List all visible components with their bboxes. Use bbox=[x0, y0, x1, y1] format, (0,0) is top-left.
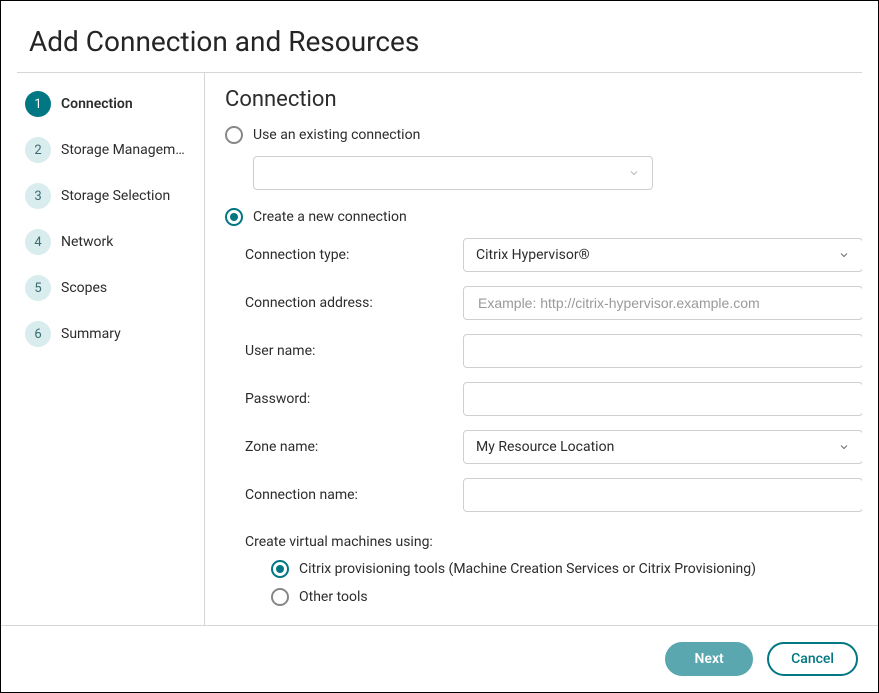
cancel-button[interactable]: Cancel bbox=[767, 642, 858, 676]
header: Add Connection and Resources bbox=[1, 1, 878, 72]
option-create-new[interactable]: Create a new connection bbox=[225, 208, 852, 226]
vm-create-section: Create virtual machines using: Citrix pr… bbox=[245, 534, 852, 606]
connection-type-select[interactable]: Citrix Hypervisor® bbox=[463, 238, 862, 272]
radio-icon[interactable] bbox=[271, 560, 289, 578]
step-number-icon: 2 bbox=[25, 137, 51, 163]
connection-address-field[interactable] bbox=[463, 286, 862, 320]
existing-connection-select[interactable] bbox=[253, 156, 653, 190]
step-storage-management[interactable]: 2 Storage Manageme... bbox=[21, 131, 196, 169]
dialog-title: Add Connection and Resources bbox=[29, 25, 850, 58]
footer: Next Cancel bbox=[1, 625, 878, 692]
step-number-icon: 4 bbox=[25, 229, 51, 255]
next-button[interactable]: Next bbox=[665, 642, 753, 676]
password-field[interactable] bbox=[463, 382, 862, 416]
radio-label: Citrix provisioning tools (Machine Creat… bbox=[299, 561, 756, 577]
chevron-down-icon bbox=[838, 249, 850, 261]
connection-address-input[interactable] bbox=[476, 294, 850, 312]
step-label: Storage Selection bbox=[61, 188, 170, 204]
step-label: Summary bbox=[61, 326, 121, 342]
user-name-field[interactable] bbox=[463, 334, 862, 368]
step-summary[interactable]: 6 Summary bbox=[21, 315, 196, 353]
label-zone-name: Zone name: bbox=[245, 439, 445, 455]
step-label: Scopes bbox=[61, 280, 107, 296]
vm-option-citrix[interactable]: Citrix provisioning tools (Machine Creat… bbox=[271, 560, 852, 578]
user-name-input[interactable] bbox=[476, 342, 850, 360]
label-password: Password: bbox=[245, 391, 445, 407]
vm-option-other[interactable]: Other tools bbox=[271, 588, 852, 606]
wizard-steps-sidebar: 1 Connection 2 Storage Manageme... 3 Sto… bbox=[17, 73, 205, 625]
step-connection[interactable]: 1 Connection bbox=[21, 85, 196, 123]
radio-label: Other tools bbox=[299, 589, 368, 605]
radio-label: Create a new connection bbox=[253, 209, 407, 225]
label-connection-type: Connection type: bbox=[245, 247, 445, 263]
step-label: Storage Manageme... bbox=[61, 142, 192, 158]
connection-name-input[interactable] bbox=[476, 486, 850, 504]
label-user-name: User name: bbox=[245, 343, 445, 359]
label-connection-name: Connection name: bbox=[245, 487, 445, 503]
step-number-icon: 6 bbox=[25, 321, 51, 347]
label-connection-address: Connection address: bbox=[245, 295, 445, 311]
step-network[interactable]: 4 Network bbox=[21, 223, 196, 261]
main-panel: Connection Use an existing connection Cr… bbox=[205, 73, 862, 625]
radio-icon[interactable] bbox=[225, 126, 243, 144]
step-number-icon: 5 bbox=[25, 275, 51, 301]
password-input[interactable] bbox=[476, 390, 850, 408]
connection-form: Connection type: Citrix Hypervisor® Conn… bbox=[245, 238, 852, 512]
chevron-down-icon bbox=[838, 441, 850, 453]
option-use-existing[interactable]: Use an existing connection bbox=[225, 126, 852, 144]
wizard-dialog: Add Connection and Resources 1 Connectio… bbox=[0, 0, 879, 693]
radio-icon[interactable] bbox=[225, 208, 243, 226]
zone-name-select[interactable]: My Resource Location bbox=[463, 430, 862, 464]
connection-name-field[interactable] bbox=[463, 478, 862, 512]
body: 1 Connection 2 Storage Manageme... 3 Sto… bbox=[1, 73, 878, 625]
step-number-icon: 1 bbox=[25, 91, 51, 117]
step-number-icon: 3 bbox=[25, 183, 51, 209]
radio-label: Use an existing connection bbox=[253, 127, 420, 143]
step-scopes[interactable]: 5 Scopes bbox=[21, 269, 196, 307]
existing-connection-block bbox=[253, 156, 852, 190]
panel-heading: Connection bbox=[225, 87, 852, 112]
step-storage-selection[interactable]: 3 Storage Selection bbox=[21, 177, 196, 215]
select-value: Citrix Hypervisor® bbox=[476, 247, 590, 263]
step-label: Connection bbox=[61, 96, 133, 112]
radio-icon[interactable] bbox=[271, 588, 289, 606]
step-label: Network bbox=[61, 234, 113, 250]
chevron-down-icon bbox=[628, 167, 640, 179]
select-value: My Resource Location bbox=[476, 439, 614, 455]
vm-create-title: Create virtual machines using: bbox=[245, 534, 852, 550]
